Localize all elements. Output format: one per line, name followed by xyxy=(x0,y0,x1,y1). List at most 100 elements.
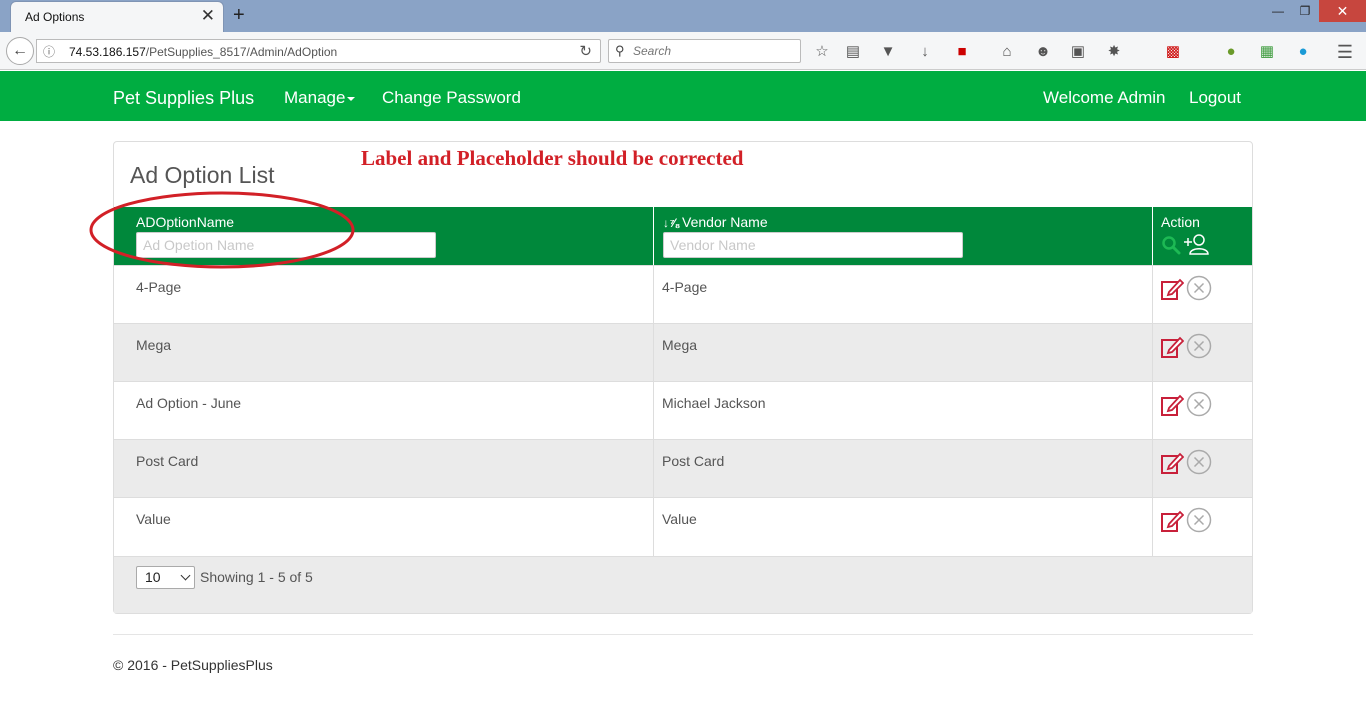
vendor-name: Post Card xyxy=(662,453,725,469)
ad-option-name: Value xyxy=(136,511,171,527)
cell-action xyxy=(1153,382,1252,440)
vendor-name: Michael Jackson xyxy=(662,395,766,411)
browser-search-input[interactable] xyxy=(633,44,793,58)
reading-list-icon[interactable]: ▤ xyxy=(843,42,863,62)
browser-titlebar: Ad Options ✕ + — ❐ ✕ xyxy=(0,0,1366,32)
cell-name: Post Card xyxy=(114,440,654,498)
copyright-text: © 2016 - PetSuppliesPlus xyxy=(113,657,273,673)
window-close-button[interactable]: ✕ xyxy=(1319,0,1366,22)
url-text: 74.53.186.157/PetSupplies_8517/Admin/AdO… xyxy=(69,45,337,59)
edit-icon[interactable] xyxy=(1160,509,1184,533)
chevron-down-icon xyxy=(180,570,191,581)
ad-option-name-filter-input[interactable] xyxy=(136,232,436,258)
cell-action xyxy=(1153,498,1252,556)
cell-vendor: 4-Page xyxy=(654,266,1153,324)
table-row: 4-Page 4-Page xyxy=(114,265,1252,324)
delete-icon[interactable] xyxy=(1186,333,1212,359)
back-arrow-icon[interactable]: ← xyxy=(6,37,34,65)
column-action: Action xyxy=(1153,207,1252,265)
table-header: ADOptionName ↓⅞Vendor Name Action xyxy=(114,207,1252,265)
cell-name: Mega xyxy=(114,324,654,382)
nav-logout[interactable]: Logout xyxy=(1189,88,1241,108)
table-row: Ad Option - June Michael Jackson xyxy=(114,381,1252,440)
nav-welcome[interactable]: Welcome Admin xyxy=(1043,88,1166,108)
screenshot-icon[interactable]: ▣ xyxy=(1068,42,1088,62)
browser-tab[interactable]: Ad Options ✕ xyxy=(10,1,224,32)
caret-down-icon xyxy=(347,96,356,101)
cell-vendor: Post Card xyxy=(654,440,1153,498)
edit-icon[interactable] xyxy=(1160,393,1184,417)
table-row: Mega Mega xyxy=(114,323,1252,382)
url-bar[interactable]: ⓘ 74.53.186.157/PetSupplies_8517/Admin/A… xyxy=(36,39,601,63)
news-icon[interactable]: ▩ xyxy=(1163,42,1183,62)
hamburger-menu-icon[interactable]: ☰ xyxy=(1335,42,1355,62)
pocket-icon[interactable]: ▼ xyxy=(878,42,898,62)
edit-icon[interactable] xyxy=(1160,277,1184,301)
table-body: 4-Page 4-Page Mega Mega Ad Option - June… xyxy=(114,265,1252,556)
column-ad-option-name: ADOptionName xyxy=(114,207,654,265)
delete-icon[interactable] xyxy=(1186,449,1212,475)
page-size-select[interactable]: 10 xyxy=(136,566,195,589)
reload-icon[interactable]: ↻ xyxy=(579,42,592,60)
url-host: 74.53.186.157 xyxy=(69,45,146,59)
bug-icon[interactable]: ✸ xyxy=(1104,42,1124,62)
search-icon[interactable] xyxy=(1161,235,1181,255)
ad-option-name: 4-Page xyxy=(136,279,182,295)
page-size-value: 10 xyxy=(145,569,161,585)
app-navbar: Pet Supplies Plus Manage Change Password… xyxy=(0,71,1366,121)
browser-toolbar: ← ⓘ 74.53.186.157/PetSupplies_8517/Admin… xyxy=(0,32,1366,70)
cell-name: Ad Option - June xyxy=(114,382,654,440)
chat-icon[interactable]: ☻ xyxy=(1033,42,1053,62)
download-icon[interactable]: ↓ xyxy=(915,42,935,62)
search-icon: ⚲ xyxy=(615,43,625,58)
window-minimize-button[interactable]: — xyxy=(1266,0,1290,22)
vendor-name: Mega xyxy=(662,337,698,353)
delete-icon[interactable] xyxy=(1186,391,1212,417)
table-footer: 10 Showing 1 - 5 of 5 xyxy=(114,556,1252,613)
browser-search-bar[interactable]: ⚲ xyxy=(608,39,801,63)
cell-vendor: Mega xyxy=(654,324,1153,382)
vendor-name-label: Vendor Name xyxy=(682,214,768,230)
edit-icon[interactable] xyxy=(1160,451,1184,475)
ad-option-name: Post Card xyxy=(136,453,199,469)
vendor-name-filter-input[interactable] xyxy=(663,232,963,258)
ad-option-name-label[interactable]: ADOptionName xyxy=(136,214,234,230)
brand-link[interactable]: Pet Supplies Plus xyxy=(113,88,254,109)
vendor-name: Value xyxy=(662,511,697,527)
tab-title: Ad Options xyxy=(25,10,85,24)
nav-manage-dropdown[interactable]: Manage xyxy=(284,88,356,108)
window-restore-button[interactable]: ❐ xyxy=(1293,0,1317,22)
extension-icon[interactable]: ● xyxy=(1221,42,1241,62)
spreadsheet-icon[interactable]: ▦ xyxy=(1257,42,1277,62)
delete-icon[interactable] xyxy=(1186,507,1212,533)
flash-icon[interactable]: ■ xyxy=(952,42,972,62)
footer-divider xyxy=(113,634,1253,635)
cell-action xyxy=(1153,324,1252,382)
home-icon[interactable]: ⌂ xyxy=(997,42,1017,62)
table-row: Post Card Post Card xyxy=(114,439,1252,498)
nav-change-password[interactable]: Change Password xyxy=(382,88,521,108)
cell-name: 4-Page xyxy=(114,266,654,324)
sort-icon: ↓⅞ xyxy=(663,216,680,230)
ad-option-name: Mega xyxy=(136,337,172,353)
tab-close-icon[interactable]: ✕ xyxy=(201,7,215,25)
page-title: Ad Option List xyxy=(130,162,275,188)
skype-icon[interactable]: ● xyxy=(1293,42,1313,62)
table-row: Value Value xyxy=(114,497,1252,556)
vendor-name: 4-Page xyxy=(662,279,708,295)
new-tab-button[interactable]: + xyxy=(233,4,245,27)
info-icon[interactable]: ⓘ xyxy=(43,43,55,60)
bookmark-star-icon[interactable]: ☆ xyxy=(812,42,832,62)
ad-option-name: Ad Option - June xyxy=(136,395,242,411)
action-label: Action xyxy=(1161,214,1200,230)
url-path: /PetSupplies_8517/Admin/AdOption xyxy=(145,45,338,59)
column-vendor-name: ↓⅞ Vendor Name xyxy=(654,207,1153,265)
cell-action xyxy=(1153,266,1252,324)
delete-icon[interactable] xyxy=(1186,275,1212,301)
annotation-note: Label and Placeholder should be correcte… xyxy=(361,146,744,170)
cell-vendor: Value xyxy=(654,498,1153,556)
add-user-icon[interactable] xyxy=(1183,233,1209,255)
cell-vendor: Michael Jackson xyxy=(654,382,1153,440)
edit-icon[interactable] xyxy=(1160,335,1184,359)
vendor-name-sort-header[interactable]: ↓⅞ Vendor Name xyxy=(663,214,768,230)
